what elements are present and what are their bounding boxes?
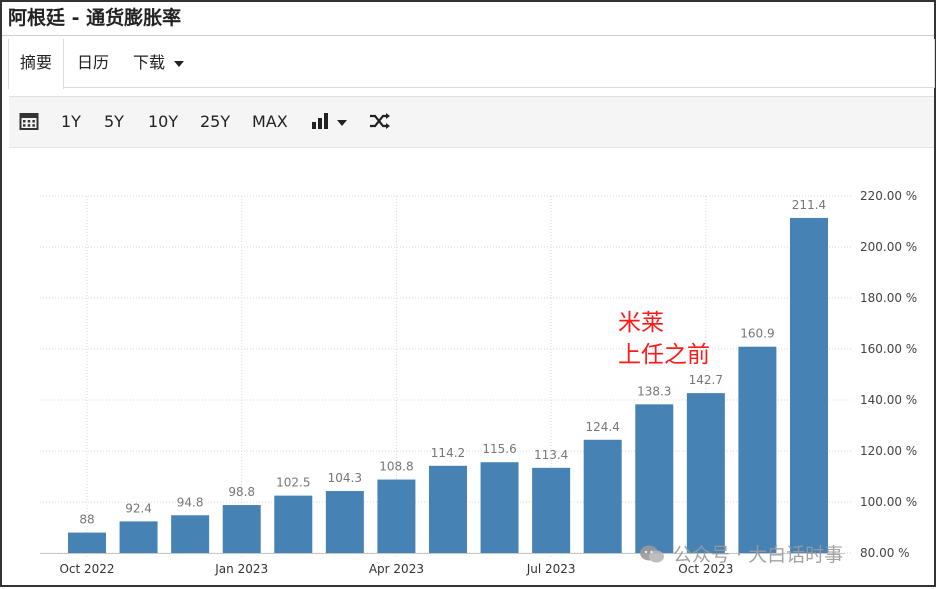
tab-bar: 摘要 日历 下载 bbox=[8, 39, 935, 89]
tab-download[interactable]: 下载 bbox=[133, 39, 185, 86]
bar-value-label: 98.8 bbox=[228, 485, 255, 499]
page-title: 阿根廷 - 通货膨胀率 bbox=[8, 7, 182, 29]
y-tick-label: 220.00 % bbox=[860, 189, 917, 203]
x-tick-label: Jul 2023 bbox=[526, 562, 576, 576]
shuffle-icon[interactable] bbox=[369, 97, 391, 147]
watermark: 公众号 · 大白话时事 bbox=[639, 540, 843, 567]
bar-value-label: 124.4 bbox=[586, 420, 620, 434]
window-frame: 阿根廷 - 通货膨胀率 摘要 日历 下载 1Y 5Y 10Y 25Y MAX 8… bbox=[0, 0, 936, 587]
y-tick-label: 160.00 % bbox=[860, 342, 917, 356]
bar-value-label: 142.7 bbox=[689, 373, 723, 387]
chevron-down-icon bbox=[337, 119, 347, 126]
calendar-icon[interactable] bbox=[19, 97, 39, 147]
bar-value-label: 211.4 bbox=[792, 198, 826, 212]
bar bbox=[532, 467, 571, 553]
range-5y-button[interactable]: 5Y bbox=[104, 97, 124, 147]
bar-chart: 80.00 % 100.00 % 120.00 % 140.00 % 160.00 % 1… bbox=[40, 189, 917, 576]
range-1y-button[interactable]: 1Y bbox=[61, 97, 81, 147]
bar bbox=[480, 462, 519, 553]
tab-download-label: 下载 bbox=[133, 53, 166, 72]
bar-value-label: 114.2 bbox=[431, 446, 465, 460]
bar-value-label: 104.3 bbox=[328, 471, 362, 485]
bar bbox=[377, 479, 416, 553]
bar bbox=[325, 491, 364, 553]
watermark-text: 公众号 · 大白话时事 bbox=[673, 544, 844, 566]
chart-type-dropdown[interactable] bbox=[311, 97, 347, 147]
bar-value-label: 113.4 bbox=[534, 448, 568, 462]
bar bbox=[171, 515, 210, 553]
x-tick-label: Jan 2023 bbox=[214, 562, 268, 576]
bar-value-label: 138.3 bbox=[637, 384, 671, 398]
bar-value-label: 94.8 bbox=[177, 495, 204, 509]
wechat-icon bbox=[640, 545, 664, 563]
bar-value-label: 102.5 bbox=[276, 476, 310, 490]
bar bbox=[428, 465, 467, 553]
y-tick-label: 120.00 % bbox=[860, 444, 917, 458]
chart-area: 80.00 % 100.00 % 120.00 % 140.00 % 160.00 % 1… bbox=[10, 152, 932, 584]
annotation-line-1: 米莱 bbox=[618, 310, 664, 336]
y-tick-label: 100.00 % bbox=[860, 495, 917, 509]
bar bbox=[222, 505, 261, 553]
title-divider bbox=[2, 35, 934, 36]
bar-value-label: 160.9 bbox=[740, 327, 774, 341]
y-tick-label: 140.00 % bbox=[860, 393, 917, 407]
tab-summary[interactable]: 摘要 bbox=[8, 39, 65, 89]
bar-value-label: 115.6 bbox=[482, 442, 516, 456]
range-10y-button[interactable]: 10Y bbox=[148, 97, 178, 147]
bar-chart-icon bbox=[312, 113, 328, 129]
y-tick-label: 180.00 % bbox=[860, 291, 917, 305]
annotation-line-2: 上任之前 bbox=[618, 342, 710, 368]
bar bbox=[68, 532, 106, 553]
tab-calendar[interactable]: 日历 bbox=[77, 39, 109, 86]
x-tick-label: Apr 2023 bbox=[369, 562, 424, 576]
range-25y-button[interactable]: 25Y bbox=[200, 97, 230, 147]
bar bbox=[119, 521, 158, 553]
bar-value-label: 108.8 bbox=[379, 460, 413, 474]
bar bbox=[583, 439, 622, 553]
bar bbox=[635, 404, 674, 553]
bar bbox=[686, 393, 725, 553]
bar bbox=[274, 495, 313, 553]
y-tick-label: 80.00 % bbox=[860, 546, 910, 560]
bar-value-label: 92.4 bbox=[125, 501, 152, 515]
bar bbox=[789, 217, 828, 553]
y-tick-label: 200.00 % bbox=[860, 240, 917, 254]
x-tick-label: Oct 2022 bbox=[59, 562, 114, 576]
range-max-button[interactable]: MAX bbox=[252, 97, 288, 147]
chart-toolbar: 1Y 5Y 10Y 25Y MAX bbox=[9, 96, 934, 148]
bar-value-label: 88 bbox=[79, 513, 94, 527]
bar bbox=[738, 346, 777, 553]
caret-down-icon bbox=[174, 60, 185, 67]
